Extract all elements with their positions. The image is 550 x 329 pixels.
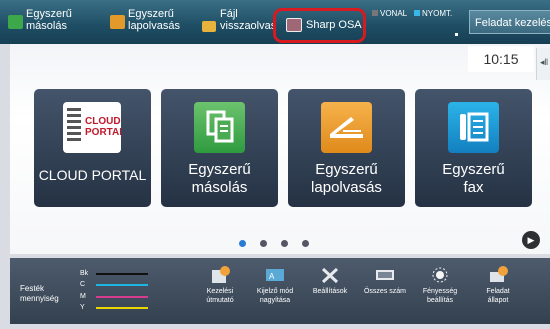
folder-icon (202, 21, 216, 32)
tile-cloud-portal-label: CLOUD PORTAL (38, 167, 147, 183)
copy-icon (194, 102, 245, 153)
toner-row-y: Y (80, 304, 148, 311)
shortcut-simple-scan-label: Egyszerű lapolvasás (128, 8, 180, 32)
shortcut-file-retrieve-label: Fájl visszaolvas (220, 8, 277, 32)
play-icon: ▶ (527, 235, 535, 245)
toner-bar (96, 296, 148, 298)
toner-name: Y (80, 304, 85, 311)
toner-bar (96, 273, 148, 275)
svg-text:A: A (269, 272, 275, 281)
job-status-label: Feladat állapot (486, 288, 510, 304)
settings-button[interactable]: Beállítások (302, 266, 358, 296)
toner-bar (96, 307, 148, 309)
guide-icon (210, 266, 230, 284)
toner-level: Festék mennyiség Bk C M Y (20, 266, 148, 324)
print-status: NYOMT. (414, 9, 452, 18)
settings-label: Beállítások (312, 288, 348, 295)
counter-icon (375, 266, 395, 284)
tile-simple-fax-label: Egyszerű fax (442, 161, 505, 196)
toner-label: Festék mennyiség (20, 284, 59, 303)
total-count-button[interactable]: Összes szám (357, 266, 413, 296)
toner-row-m: M (80, 293, 148, 300)
line-status-indicator (372, 10, 378, 16)
scan-icon (110, 15, 125, 29)
highlight-box (273, 8, 366, 43)
chevron-left-icon: ◂‖ (540, 57, 549, 67)
shortcut-file-retrieve[interactable]: Fájl visszaolvas (196, 0, 276, 44)
toner-row-bk: Bk (80, 270, 148, 277)
print-status-label: NYOMT. (422, 9, 453, 18)
page-dot[interactable] (302, 240, 309, 247)
tile-simple-scan-label: Egyszerű lapolvasás (311, 161, 382, 196)
side-panel-tab[interactable]: ◂‖ (536, 48, 550, 80)
tile-simple-fax[interactable]: Egyszerű fax (415, 89, 532, 207)
brightness-button[interactable]: Fényesség beállítás (412, 266, 468, 305)
display-zoom-label: Kijelző mód nagyítása (256, 288, 294, 304)
operation-guide-label: Kezelési útmutató (206, 288, 234, 304)
job-status-icon (488, 266, 508, 284)
svg-text:PORTAL: PORTAL (85, 127, 121, 138)
toner-bar (96, 284, 148, 286)
page-dot[interactable] (260, 240, 267, 247)
print-status-indicator (414, 10, 420, 16)
shortcut-simple-scan[interactable]: Egyszerű lapolvasás (104, 0, 196, 44)
tile-simple-scan[interactable]: Egyszerű lapolvasás (288, 89, 405, 207)
toner-name: M (80, 293, 86, 300)
svg-text:CLOUD: CLOUD (85, 116, 121, 127)
tile-cloud-portal[interactable]: CLOUD PORTAL CLOUD PORTAL (34, 89, 151, 207)
job-status-bottom-button[interactable]: Feladat állapot (470, 266, 526, 305)
operation-guide-button[interactable]: Kezelési útmutató (192, 266, 248, 305)
toner-name: Bk (80, 270, 89, 277)
clock: 10:15 (468, 46, 534, 72)
shortcut-simple-copy-label: Egyszerű másolás (26, 8, 72, 32)
shortcut-simple-copy[interactable]: Egyszerű másolás (2, 0, 94, 44)
total-count-label: Összes szám (363, 288, 406, 295)
copy-icon (8, 15, 23, 29)
line-status-label: VONAL (380, 9, 408, 18)
brightness-icon (430, 266, 450, 284)
page-indicator (239, 234, 323, 252)
job-status-button[interactable]: Feladat kezelés (469, 10, 550, 34)
status-dot (455, 33, 458, 36)
wrench-icon (320, 266, 340, 284)
line-status: VONAL (372, 9, 407, 18)
toner-row-c: C (80, 281, 148, 288)
scan-icon (321, 102, 372, 153)
page-dot[interactable] (239, 240, 246, 247)
display-zoom-button[interactable]: A Kijelző mód nagyítása (247, 266, 303, 305)
next-page-button[interactable]: ▶ (522, 231, 540, 249)
toner-name: C (80, 281, 86, 288)
tile-simple-copy-label: Egyszerű másolás (188, 161, 251, 196)
brightness-label: Fényesség beállítás (422, 288, 458, 304)
fax-icon (448, 102, 499, 153)
page-dot[interactable] (281, 240, 288, 247)
tile-simple-copy[interactable]: Egyszerű másolás (161, 89, 278, 207)
cloud-portal-icon: CLOUD PORTAL (63, 102, 125, 153)
zoom-icon: A (265, 266, 285, 284)
